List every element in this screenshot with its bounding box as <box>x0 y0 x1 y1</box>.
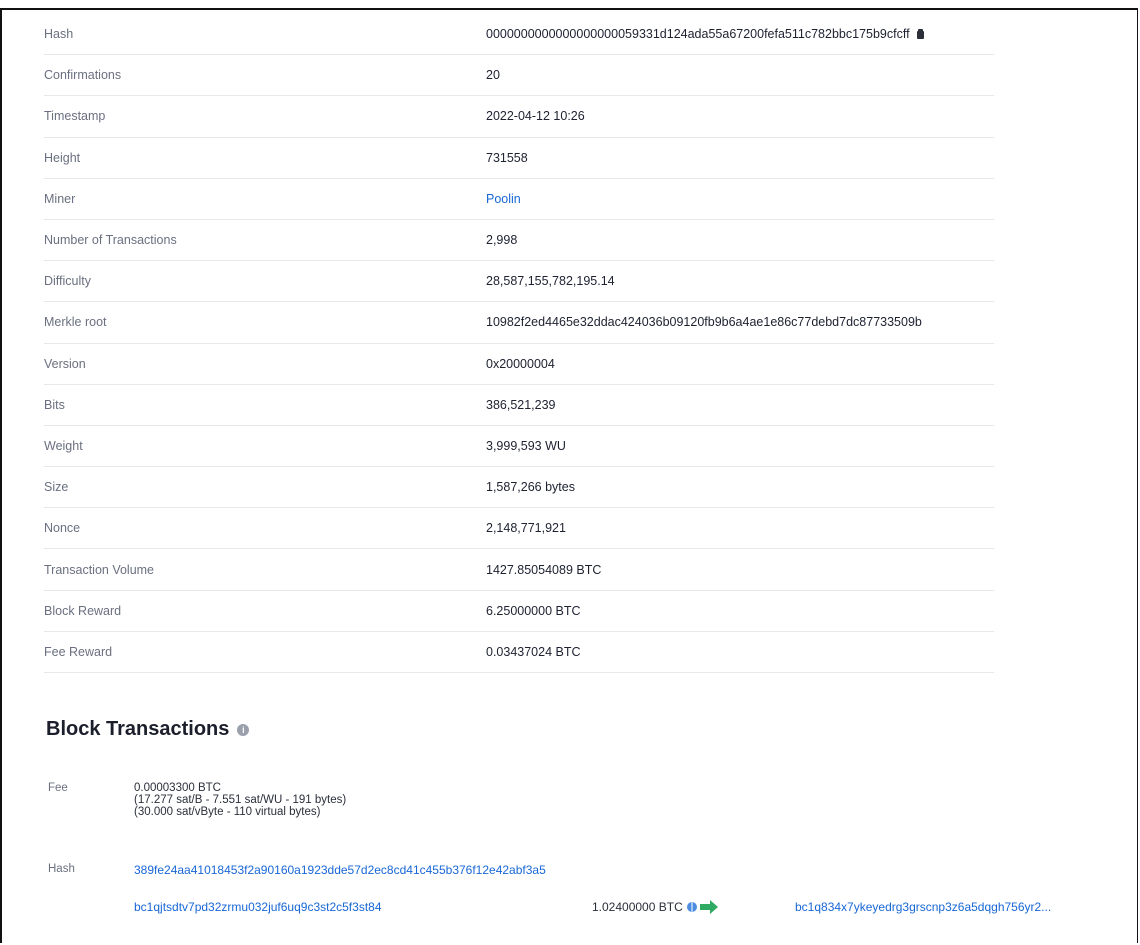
detail-row: Timestamp 2022-04-12 10:26 <box>44 96 994 138</box>
detail-value-text: 0000000000000000000059331d124ada55a67200… <box>486 27 910 42</box>
detail-value-text: 2,998 <box>486 233 518 248</box>
detail-value-text: 20 <box>486 68 500 83</box>
tx-hash-link[interactable]: 389fe24aa41018453f2a90160a1923dde57d2ec8… <box>134 863 546 877</box>
detail-value: 6.25000000 BTC <box>486 604 581 618</box>
globe-icon[interactable] <box>686 902 697 912</box>
detail-value: 0.03437024 BTC <box>486 645 581 659</box>
detail-value-text[interactable]: Poolin <box>486 192 521 206</box>
detail-value: 10982f2ed4465e32ddac424036b09120fb9b6a4a… <box>486 315 922 329</box>
info-icon[interactable]: i <box>237 723 250 736</box>
detail-value-text: 0x20000004 <box>486 356 555 371</box>
clipboard-icon[interactable] <box>916 29 924 40</box>
detail-row: Bits 386,521,239 <box>44 385 994 426</box>
detail-row: Hash 0000000000000000000059331d124ada55a6… <box>44 14 994 56</box>
detail-row: Miner Poolin <box>44 179 994 220</box>
detail-value-text: 1,587,266 bytes <box>486 480 575 495</box>
detail-label: Weight <box>44 438 83 453</box>
detail-row: Weight 3,999,593 WU <box>44 426 994 468</box>
detail-label: Fee Reward <box>44 644 113 659</box>
detail-value-text: 2022-04-12 10:26 <box>486 109 585 124</box>
detail-label: Hash <box>44 27 74 42</box>
detail-value: 20 <box>486 68 500 82</box>
fee-rate: (17.277 sat/B - 7.551 sat/WU - 191 bytes… <box>134 794 347 806</box>
detail-value-text: 6.25000000 BTC <box>486 603 581 618</box>
detail-row: Confirmations 20 <box>44 55 994 97</box>
detail-label: Timestamp <box>44 109 106 124</box>
detail-row: Height 731558 <box>44 138 994 179</box>
section-title: Block Transactions i <box>46 718 250 741</box>
detail-row: Merkle root 10982f2ed4465e32ddac424036b09… <box>44 302 994 344</box>
detail-label: Miner <box>44 191 76 206</box>
tx-amount-value: 1.02400000 BTC <box>592 900 683 914</box>
detail-value: 1427.85054089 BTC <box>486 563 601 577</box>
detail-value: 28,587,155,782,195.14 <box>486 274 615 288</box>
detail-row: Block Reward 6.25000000 BTC <box>44 591 994 632</box>
detail-value-text: 0.03437024 BTC <box>486 644 581 659</box>
detail-row: Size 1,587,266 bytes <box>44 467 994 509</box>
detail-value-text: 731558 <box>486 150 528 165</box>
detail-value-text: 386,521,239 <box>486 397 556 412</box>
detail-value: 0x20000004 <box>486 357 555 371</box>
detail-label: Block Reward <box>44 603 122 618</box>
fee-vbyte: (30.000 sat/vByte - 110 virtual bytes) <box>134 806 321 818</box>
detail-label: Confirmations <box>44 68 122 83</box>
detail-row: Transaction Volume 1427.85054089 BTC <box>44 549 994 591</box>
detail-label: Height <box>44 150 81 165</box>
detail-label: Merkle root <box>44 315 107 330</box>
detail-label: Transaction Volume <box>44 562 155 577</box>
detail-value: 2,998 <box>486 233 517 247</box>
detail-value[interactable]: Poolin <box>486 192 521 206</box>
page-frame: Hash 0000000000000000000059331d124ada55a6… <box>0 8 1138 943</box>
tx-hash-label: Hash <box>48 863 75 875</box>
detail-value: 386,521,239 <box>486 398 556 412</box>
detail-value: 2,148,771,921 <box>486 521 566 535</box>
detail-label: Bits <box>44 397 65 412</box>
fee-label: Fee <box>48 782 68 794</box>
detail-label: Difficulty <box>44 274 92 289</box>
detail-value: 1,587,266 bytes <box>486 480 575 494</box>
detail-value: 3,999,593 WU <box>486 439 566 453</box>
fee-amount: 0.00003300 BTC <box>134 782 221 794</box>
detail-row: Version 0x20000004 <box>44 344 994 385</box>
detail-label: Size <box>44 480 69 495</box>
detail-value: 0000000000000000000059331d124ada55a67200… <box>486 27 924 41</box>
detail-row: Nonce 2,148,771,921 <box>44 508 994 550</box>
detail-value-text: 3,999,593 WU <box>486 438 566 453</box>
detail-value-text: 10982f2ed4465e32ddac424036b09120fb9b6a4a… <box>486 315 922 330</box>
detail-value-text: 1427.85054089 BTC <box>486 562 602 577</box>
tx-amount: 1.02400000 BTC <box>592 900 719 914</box>
output-address-link[interactable]: bc1q834x7ykeyedrg3grscnp3z6a5dqgh756yr2.… <box>795 900 1051 914</box>
detail-value: 731558 <box>486 151 528 165</box>
block-details-table: Hash 0000000000000000000059331d124ada55a6… <box>44 14 994 673</box>
detail-value-text: 2,148,771,921 <box>486 521 566 536</box>
detail-label: Nonce <box>44 521 81 536</box>
detail-value-text: 28,587,155,782,195.14 <box>486 274 615 289</box>
block-transactions-title: Block Transactions <box>46 718 230 740</box>
detail-label: Version <box>44 356 86 371</box>
fee-details: 0.00003300 BTC (17.277 sat/B - 7.551 sat… <box>134 782 346 818</box>
detail-row: Number of Transactions 2,998 <box>44 220 994 262</box>
arrow-right-icon <box>699 900 719 914</box>
detail-row: Difficulty 28,587,155,782,195.14 <box>44 261 994 303</box>
detail-label: Number of Transactions <box>44 233 177 248</box>
detail-value: 2022-04-12 10:26 <box>486 109 585 123</box>
input-address-link[interactable]: bc1qjtsdtv7pd32zrmu032juf6uq9c3st2c5f3st… <box>134 900 382 914</box>
detail-row: Fee Reward 0.03437024 BTC <box>44 632 994 673</box>
